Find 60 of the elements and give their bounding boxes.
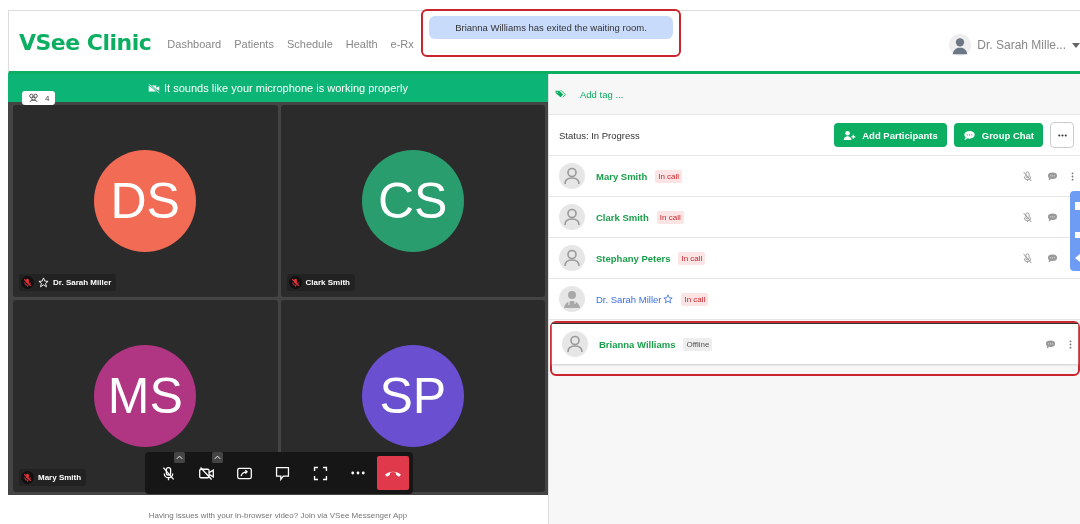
participant-count: 4	[45, 93, 50, 103]
tags-icon	[555, 90, 566, 98]
participant-row[interactable]: Dr. Sarah Miller In call	[549, 279, 1080, 320]
star-icon	[38, 277, 49, 288]
user-avatar-icon[interactable]	[949, 34, 972, 56]
person-avatar-icon	[559, 204, 585, 230]
status-text: Status: In Progress	[559, 129, 640, 141]
add-user-icon	[843, 129, 857, 141]
participant-name[interactable]: Clark Smith	[596, 211, 649, 223]
status-badge: In call	[678, 251, 706, 265]
help-text: Having issues with your in-browser video? Join via VSee Messenger App	[147, 510, 409, 520]
participant-name: Dr. Sarah Miller	[53, 278, 112, 287]
user-name[interactable]: Dr. Sarah Mille...	[977, 38, 1066, 52]
participant-name[interactable]: Brianna Williams	[599, 338, 676, 350]
status-badge: In call	[655, 169, 683, 183]
person-avatar-icon	[559, 245, 585, 271]
highlight-frame[interactable]: Brianna Williams Offline	[550, 321, 1080, 376]
nav-link[interactable]: Schedule	[286, 38, 333, 50]
mic-muted-icon[interactable]	[1021, 251, 1034, 265]
chat-icon	[962, 129, 976, 141]
participant-name: Clark Smith	[305, 278, 350, 287]
initials-avatar: SP	[361, 345, 464, 447]
status-badge: In call	[681, 292, 709, 306]
participant-count-badge[interactable]: 4	[22, 91, 56, 105]
nav-link[interactable]: Patients	[234, 38, 274, 50]
feedback-tab[interactable]	[1070, 191, 1080, 271]
camera-off-icon	[148, 82, 160, 94]
kebab-menu-icon[interactable]	[1069, 339, 1072, 349]
person-avatar-icon	[559, 163, 585, 189]
star-icon	[663, 294, 674, 304]
banner-text: It sounds like your microphone is working properly	[164, 82, 408, 94]
mic-muted-icon	[21, 276, 34, 289]
nav-link[interactable]: Dashboard	[167, 38, 222, 50]
participant-row[interactable]: Mary Smith In call	[549, 156, 1080, 197]
group-chat-button[interactable]: Group Chat	[953, 123, 1043, 147]
initials-avatar: MS	[94, 345, 197, 447]
participant-name[interactable]: Stephany Peters	[596, 252, 671, 264]
nav-link[interactable]: Health	[345, 38, 378, 50]
status-badge: Offline	[683, 337, 713, 351]
notification-toast: Brianna Williams has exited the waiting room.	[429, 16, 673, 39]
participant-name[interactable]: Dr. Sarah Miller	[596, 293, 662, 305]
mic-muted-icon	[288, 276, 302, 289]
mic-muted-icon[interactable]	[1021, 210, 1034, 224]
participant-name: Mary Smith	[38, 473, 82, 482]
logo-text[interactable]: VSee Clinic	[19, 29, 152, 55]
doctor-avatar-icon	[559, 286, 585, 312]
more-icon	[1057, 133, 1067, 137]
nav-link[interactable]: e-Rx	[390, 38, 414, 50]
status-badge: In call	[656, 210, 684, 224]
person-avatar-icon	[562, 331, 588, 357]
participant-name[interactable]: Mary Smith	[596, 170, 648, 182]
mic-muted-icon[interactable]	[1021, 169, 1034, 183]
initials-avatar: DS	[94, 150, 197, 252]
caret-icon[interactable]	[1072, 42, 1080, 48]
people-icon	[28, 93, 39, 103]
kebab-menu-icon[interactable]	[1071, 171, 1074, 181]
add-tag-link[interactable]: Add tag ...	[580, 88, 624, 100]
initials-avatar: CS	[361, 150, 464, 252]
participant-row[interactable]: Stephany Peters In call	[549, 238, 1080, 279]
add-participants-button[interactable]: Add Participants	[834, 123, 947, 147]
